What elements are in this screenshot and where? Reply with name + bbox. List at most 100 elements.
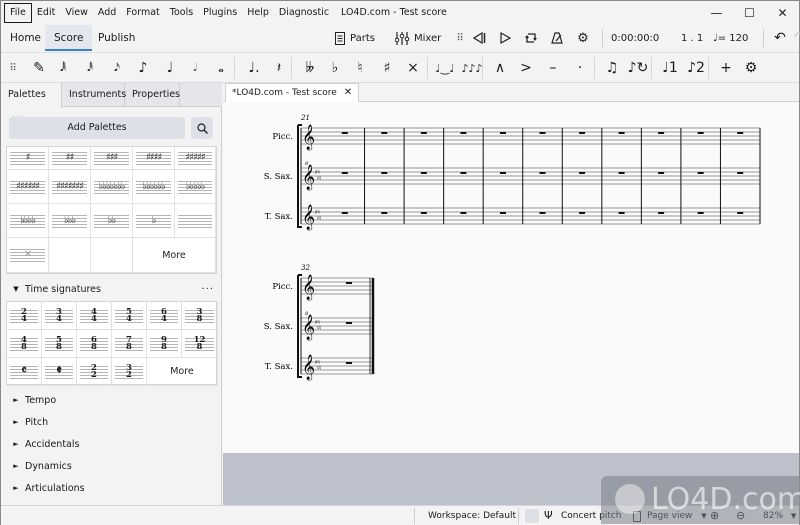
key-signature-cell[interactable]: ♭♭♭ bbox=[49, 204, 91, 238]
time-signature-cell[interactable]: 48 bbox=[7, 330, 42, 358]
palette-dynamics[interactable]: ► Dynamics bbox=[1, 456, 222, 476]
tenuto-button[interactable]: – bbox=[541, 56, 565, 80]
time-signature-cell[interactable]: 44 bbox=[77, 302, 112, 330]
time-signature-cell[interactable]: 78 bbox=[112, 330, 147, 358]
palette-articulations[interactable]: ► Articulations bbox=[1, 478, 222, 498]
key-signature-cell[interactable]: ♭♭♭♭♭♭ bbox=[133, 170, 175, 204]
tab-properties[interactable]: Properties bbox=[125, 83, 180, 107]
time-signature-cell[interactable]: 𝄵 bbox=[42, 358, 77, 386]
key-signature-cell[interactable]: ♯♯♯♯ bbox=[133, 147, 175, 170]
time-signature-cell[interactable]: 98 bbox=[147, 330, 182, 358]
minimize-button[interactable]: — bbox=[700, 1, 733, 25]
key-signature-cell[interactable]: ♯♯ bbox=[49, 147, 91, 170]
half-note-button[interactable]: 𝅗𝅥 bbox=[183, 56, 207, 80]
natural-button[interactable]: ♮ bbox=[348, 56, 372, 80]
sharp-button[interactable]: ♯ bbox=[375, 56, 399, 80]
tie-button[interactable]: ♩‿♩ bbox=[433, 56, 457, 80]
time-signatures-menu[interactable]: ··· bbox=[201, 284, 214, 295]
rewind-button[interactable] bbox=[466, 27, 492, 49]
accent-button[interactable]: > bbox=[514, 56, 538, 80]
time-signatures-more-button[interactable]: More bbox=[147, 358, 218, 386]
undo-button[interactable]: ↶ bbox=[770, 27, 790, 49]
time-signature-cell[interactable]: 54 bbox=[112, 302, 147, 330]
menu-file[interactable]: File bbox=[4, 3, 32, 23]
parts-button[interactable]: Parts bbox=[334, 25, 375, 51]
eighth-note-button[interactable]: ♪ bbox=[131, 56, 155, 80]
double-sharp-button[interactable]: × bbox=[401, 56, 425, 80]
key-signature-cell[interactable]: ♯♯♯♯♯♯♯ bbox=[49, 170, 91, 204]
close-tab-icon[interactable]: ✕ bbox=[344, 84, 352, 102]
marcato-button[interactable]: ∧ bbox=[488, 56, 512, 80]
play-button[interactable] bbox=[492, 27, 518, 49]
time-signature-cell[interactable]: 58 bbox=[42, 330, 77, 358]
key-signature-cell[interactable] bbox=[49, 238, 91, 273]
concert-pitch-checkbox[interactable] bbox=[525, 509, 539, 523]
score-canvas[interactable]: 21 Picc. 𝄞 S. Sax. 𝄞 8 ♯♮ ♮♮ T. Sax. 𝄞 ♯♮ ♮♮ 32 Picc.… bbox=[223, 102, 799, 453]
tab-palettes[interactable]: Palettes ··· bbox=[1, 83, 62, 124]
staccato-button[interactable]: · bbox=[568, 56, 592, 80]
key-signatures-more-button[interactable]: More bbox=[133, 238, 216, 273]
tuplet-button[interactable]: ♫ bbox=[600, 56, 624, 80]
palette-accidentals[interactable]: ► Accidentals bbox=[1, 434, 222, 454]
key-signature-cell[interactable]: ✕ bbox=[7, 238, 49, 273]
key-signature-cell[interactable]: ♯♯♯ bbox=[91, 147, 133, 170]
maximize-button[interactable]: ☐ bbox=[733, 1, 766, 25]
time-signature-cell[interactable]: 12 8 bbox=[182, 330, 218, 358]
key-signature-cell[interactable]: ♯♯♯♯♯♯ bbox=[7, 170, 49, 204]
key-signature-cell[interactable]: ♯ bbox=[7, 147, 49, 170]
tempo-display[interactable]: ♩= 120 bbox=[713, 33, 757, 44]
key-signature-cell[interactable]: ♭♭♭♭♭♭♭ bbox=[91, 170, 133, 204]
workspace-selector[interactable]: Workspace: Default bbox=[428, 506, 516, 525]
key-signature-cell[interactable]: ♭♭♭♭ bbox=[7, 204, 49, 238]
palette-pitch[interactable]: ► Pitch bbox=[1, 412, 222, 432]
metronome-button[interactable] bbox=[544, 27, 570, 49]
time-signature-cell[interactable]: 34 bbox=[42, 302, 77, 330]
voice-1-button[interactable]: ♩1 bbox=[658, 56, 682, 80]
tab-home[interactable]: Home bbox=[1, 25, 50, 51]
menu-tools[interactable]: Tools bbox=[165, 3, 198, 23]
menu-help[interactable]: Help bbox=[242, 3, 274, 23]
key-signature-cell[interactable]: ♭ bbox=[133, 204, 175, 238]
time-signature-cell[interactable]: 22 bbox=[77, 358, 112, 386]
flat-button[interactable]: ♭ bbox=[323, 56, 347, 80]
menu-edit[interactable]: Edit bbox=[32, 3, 60, 23]
key-signature-cell[interactable]: ♭♭♭♭♭ bbox=[175, 170, 216, 204]
palette-search-button[interactable] bbox=[191, 117, 213, 139]
double-flat-button[interactable]: 𝄫 bbox=[298, 56, 322, 80]
tab-score[interactable]: Score bbox=[45, 25, 93, 51]
playback-settings-button[interactable]: ⚙ bbox=[570, 27, 596, 49]
voice-2-button[interactable]: ♪2 bbox=[684, 56, 708, 80]
tab-instruments[interactable]: Instruments bbox=[62, 83, 126, 107]
add-button[interactable]: + bbox=[714, 56, 738, 80]
key-signature-cell[interactable] bbox=[175, 204, 216, 238]
menu-diagnostic[interactable]: Diagnostic bbox=[274, 3, 334, 23]
loop-button[interactable] bbox=[518, 27, 544, 49]
32nd-note-button[interactable]: 𝅘𝅥𝅱 bbox=[78, 56, 102, 80]
time-signature-cell[interactable]: 68 bbox=[77, 330, 112, 358]
close-button[interactable]: ✕ bbox=[766, 1, 799, 25]
menu-format[interactable]: Format bbox=[121, 3, 164, 23]
score-page[interactable]: 21Picc. 𝄞S. Sax. 𝄞8♯♮♮♮T. Sax. 𝄞 ♯♮♮♮32Picc.… bbox=[223, 102, 799, 453]
mixer-button[interactable]: Mixer bbox=[395, 25, 441, 51]
time-signature-cell[interactable]: 64 bbox=[147, 302, 182, 330]
add-palettes-button[interactable]: Add Palettes bbox=[9, 117, 185, 139]
slur-button[interactable]: ♪♪♪ bbox=[460, 56, 484, 80]
rest-button[interactable]: 𝄽 bbox=[267, 56, 291, 80]
time-signature-cell[interactable]: 24 bbox=[7, 302, 42, 330]
time-signature-cell[interactable]: 32 bbox=[112, 358, 147, 386]
palette-tempo[interactable]: ► Tempo bbox=[1, 390, 222, 410]
drag-handle-icon[interactable]: ⠿ bbox=[454, 27, 466, 49]
document-tab[interactable]: *LO4D.com - Test score ✕ bbox=[225, 83, 360, 102]
64th-note-button[interactable]: 𝅘𝅥𝅲 bbox=[51, 56, 75, 80]
menu-plugins[interactable]: Plugins bbox=[198, 3, 242, 23]
augmentation-dot-button[interactable]: ♩. bbox=[242, 56, 266, 80]
whole-note-button[interactable]: 𝅝 bbox=[209, 56, 233, 80]
key-signature-cell[interactable] bbox=[91, 238, 133, 273]
time-signature-cell[interactable]: 𝄴 bbox=[7, 358, 42, 386]
drag-handle-button[interactable]: ⠿ bbox=[1, 56, 25, 80]
redo-button[interactable]: ↷ bbox=[790, 27, 800, 49]
menu-add[interactable]: Add bbox=[93, 3, 121, 23]
note-input-pencil-button[interactable]: ✎ bbox=[27, 56, 51, 80]
time-signature-cell[interactable]: 38 bbox=[182, 302, 218, 330]
tab-publish[interactable]: Publish bbox=[89, 25, 144, 51]
